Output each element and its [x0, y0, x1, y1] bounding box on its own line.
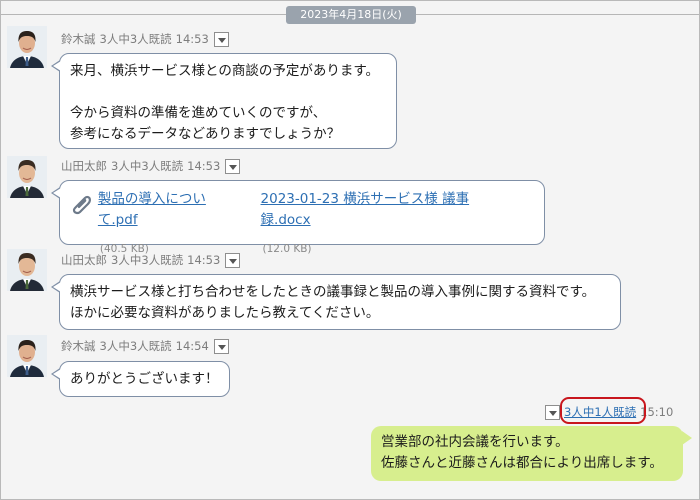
message-line: 来月、横浜サービス様との商談の予定があります。	[70, 63, 380, 79]
message-menu-dropdown-icon[interactable]	[213, 338, 229, 354]
message-time: 14:54	[175, 339, 209, 353]
message-line: 佐藤さんと近藤さんは都合により出席します。	[381, 455, 663, 471]
message-line: 営業部の社内会議を行います。	[381, 434, 569, 450]
message-menu-dropdown-icon[interactable]	[225, 252, 241, 268]
message-bubble: 横浜サービス様と打ち合わせをしたときの議事録と製品の導入事例に関する資料です。 …	[51, 274, 621, 330]
message-time: 14:53	[175, 32, 209, 46]
message-meta: 鈴木誠 3人中3人既読 14:53	[61, 31, 229, 47]
paperclip-icon	[72, 195, 92, 215]
message-time: 14:53	[187, 253, 221, 267]
attachment-item: 2023-01-23 横浜サービス様 議事録.docx (12.0 KB)	[261, 189, 518, 260]
avatar-suzuki[interactable]	[7, 335, 47, 377]
read-status: 3人中3人既読	[111, 159, 184, 173]
message-time: 14:53	[187, 159, 221, 173]
message-line: 今から資料の準備を進めていくのですが、	[70, 105, 327, 121]
attachment-size: (12.0 KB)	[262, 243, 312, 255]
message-menu-dropdown-icon[interactable]	[545, 404, 560, 420]
own-message-bubble: 営業部の社内会議を行います。 佐藤さんと近藤さんは都合により出席します。	[371, 426, 692, 481]
avatar-suzuki[interactable]	[7, 26, 47, 68]
message-menu-dropdown-icon[interactable]	[213, 31, 229, 47]
attachment-link[interactable]: 製品の導入について.pdf	[98, 191, 206, 228]
avatar-yamada[interactable]	[7, 156, 47, 198]
attachment-link[interactable]: 2023-01-23 横浜サービス様 議事録.docx	[261, 191, 470, 228]
message-meta: 鈴木誠 3人中3人既読 14:54	[61, 338, 229, 354]
date-separator: 2023年4月18日(火)	[286, 6, 416, 24]
message-bubble: 来月、横浜サービス様との商談の予定があります。 今から資料の準備を進めていくので…	[51, 53, 397, 149]
read-status: 3人中3人既読	[99, 32, 172, 46]
chat-window: 2023年4月18日(火) 鈴木誠 3人中3人既読 14:53 来月、横浜サービ…	[0, 0, 700, 500]
avatar-yamada[interactable]	[7, 249, 47, 291]
message-meta: 山田太郎 3人中3人既読 14:53	[61, 158, 241, 174]
message-line: ほかに必要な資料がありましたら教えてください。	[70, 305, 380, 321]
message-line: 横浜サービス様と打ち合わせをしたときの議事録と製品の導入事例に関する資料です。	[70, 284, 596, 300]
attachment-item: 製品の導入について.pdf (40.5 KB)	[98, 189, 245, 260]
attachment-bubble: 製品の導入について.pdf (40.5 KB) 2023-01-23 横浜サービ…	[51, 180, 545, 255]
message-meta: 山田太郎 3人中3人既読 14:53	[61, 252, 241, 268]
message-menu-dropdown-icon[interactable]	[225, 158, 241, 174]
highlight-ring	[560, 397, 646, 424]
read-status: 3人中3人既読	[111, 253, 184, 267]
sender-name: 鈴木誠	[61, 32, 96, 46]
message-bubble: ありがとうございます！	[51, 361, 230, 397]
sender-name: 山田太郎	[61, 159, 107, 173]
sender-name: 鈴木誠	[61, 339, 96, 353]
message-line: 参考になるデータなどありますでしょうか？	[70, 126, 341, 142]
sender-name: 山田太郎	[61, 253, 107, 267]
read-status: 3人中3人既読	[99, 339, 172, 353]
message-line: ありがとうございます！	[70, 371, 219, 387]
